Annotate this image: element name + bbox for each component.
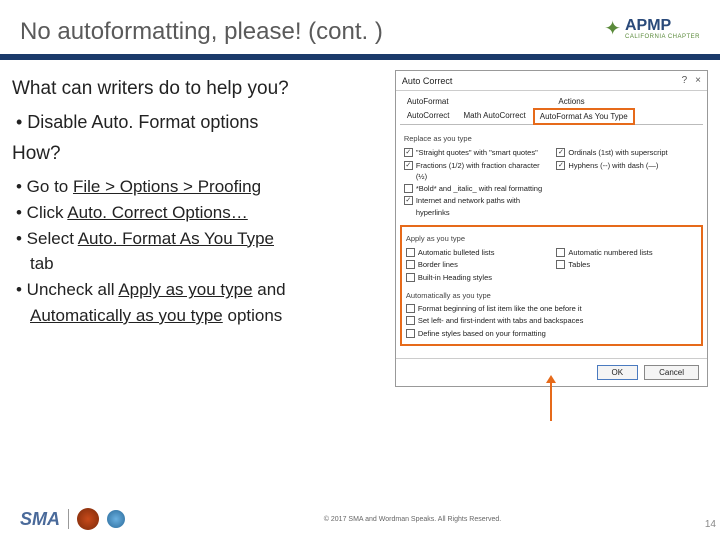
highlighted-section: Apply as you type Automatic bulleted lis… xyxy=(400,225,703,346)
step-1: • Go to File > Options > Proofing xyxy=(16,175,387,199)
logo-text-wrap: APMP CALIFORNIA CHAPTER xyxy=(625,18,700,40)
tab-math[interactable]: Math AutoCorrect xyxy=(457,108,533,125)
dialog-title: Auto Correct xyxy=(402,76,453,86)
logo-brand: APMP xyxy=(625,18,700,34)
close-icon[interactable]: × xyxy=(695,75,701,86)
slide-title: No autoformatting, please! (cont. ) xyxy=(20,18,700,46)
tab-actions[interactable]: Actions xyxy=(551,93,703,109)
sma-logo: SMA xyxy=(20,509,60,530)
right-column: Auto Correct ? × AutoFormat Actions Auto… xyxy=(395,66,708,421)
left-column: What can writers do to help you? • Disab… xyxy=(12,66,387,421)
footer-logos: SMA xyxy=(20,508,125,530)
globe-icon xyxy=(107,510,125,528)
group-auto: Automatically as you type xyxy=(406,290,697,301)
question: What can writers do to help you? xyxy=(12,78,387,100)
cb-fractions[interactable]: Fractions (1/2) with fraction character … xyxy=(404,160,547,183)
cb-define-styles[interactable]: Define styles based on your formatting xyxy=(406,328,697,339)
page-number: 14 xyxy=(705,519,716,530)
cancel-button[interactable]: Cancel xyxy=(644,365,699,380)
help-icon[interactable]: ? xyxy=(682,75,688,86)
cb-auto-numbers[interactable]: Automatic numbered lists xyxy=(556,247,697,258)
dialog-controls: ? × xyxy=(682,75,701,86)
cb-set-indent[interactable]: Set left- and first-indent with tabs and… xyxy=(406,315,697,326)
step-3b: tab xyxy=(16,252,387,276)
star-icon: ✦ xyxy=(604,16,621,41)
cb-hyperlinks[interactable]: Internet and network paths with hyperlin… xyxy=(404,195,547,218)
tab-autoformat[interactable]: AutoFormat xyxy=(400,93,552,109)
autocorrect-dialog: Auto Correct ? × AutoFormat Actions Auto… xyxy=(395,70,708,387)
step-3a: • Select Auto. Format As You Type xyxy=(16,227,387,251)
cb-bold-italic[interactable]: *Bold* and _italic_ with real formatting xyxy=(404,183,547,194)
how-heading: How? xyxy=(12,143,387,165)
cb-heading-styles[interactable]: Built-in Heading styles xyxy=(406,272,547,283)
title-divider xyxy=(0,54,720,60)
cb-ordinals[interactable]: Ordinals (1st) with superscript xyxy=(556,147,699,158)
group-apply: Apply as you type xyxy=(406,233,697,244)
cb-tables[interactable]: Tables xyxy=(556,259,697,270)
cb-borders[interactable]: Border lines xyxy=(406,259,547,270)
divider xyxy=(68,509,69,529)
cb-straight-quotes[interactable]: "Straight quotes" with "smart quotes" xyxy=(404,147,547,158)
copyright: © 2017 SMA and Wordman Speaks. All Right… xyxy=(125,516,700,523)
cb-hyphens[interactable]: Hyphens (--) with dash (—) xyxy=(556,160,699,171)
group-replace: Replace as you type xyxy=(404,133,699,144)
cb-auto-bullets[interactable]: Automatic bulleted lists xyxy=(406,247,547,258)
content: What can writers do to help you? • Disab… xyxy=(0,66,720,421)
tab-autoformat-as-you-type[interactable]: AutoFormat As You Type xyxy=(533,108,635,125)
tab-autocorrect[interactable]: AutoCorrect xyxy=(400,108,457,125)
step-4a: • Uncheck all Apply as you type and xyxy=(16,278,387,302)
footer: SMA © 2017 SMA and Wordman Speaks. All R… xyxy=(0,508,720,530)
ok-button[interactable]: OK xyxy=(597,365,639,380)
callout-arrow xyxy=(550,381,552,421)
slide: No autoformatting, please! (cont. ) ✦ AP… xyxy=(0,0,720,540)
logo-apmp: ✦ APMP CALIFORNIA CHAPTER xyxy=(604,16,700,41)
badge-icon xyxy=(77,508,99,530)
step-4b: Automatically as you type options xyxy=(16,304,387,328)
dialog-titlebar: Auto Correct ? × xyxy=(396,71,707,91)
steps: • Go to File > Options > Proofing • Clic… xyxy=(12,175,387,328)
dialog-body: Replace as you type "Straight quotes" wi… xyxy=(396,125,707,358)
step-2: • Click Auto. Correct Options… xyxy=(16,201,387,225)
logo-sub: CALIFORNIA CHAPTER xyxy=(625,34,700,40)
bullet-disable: • Disable Auto. Format options xyxy=(16,112,387,133)
tabs: AutoFormat Actions AutoCorrect Math Auto… xyxy=(396,91,707,125)
cb-format-beginning[interactable]: Format beginning of list item like the o… xyxy=(406,303,697,314)
